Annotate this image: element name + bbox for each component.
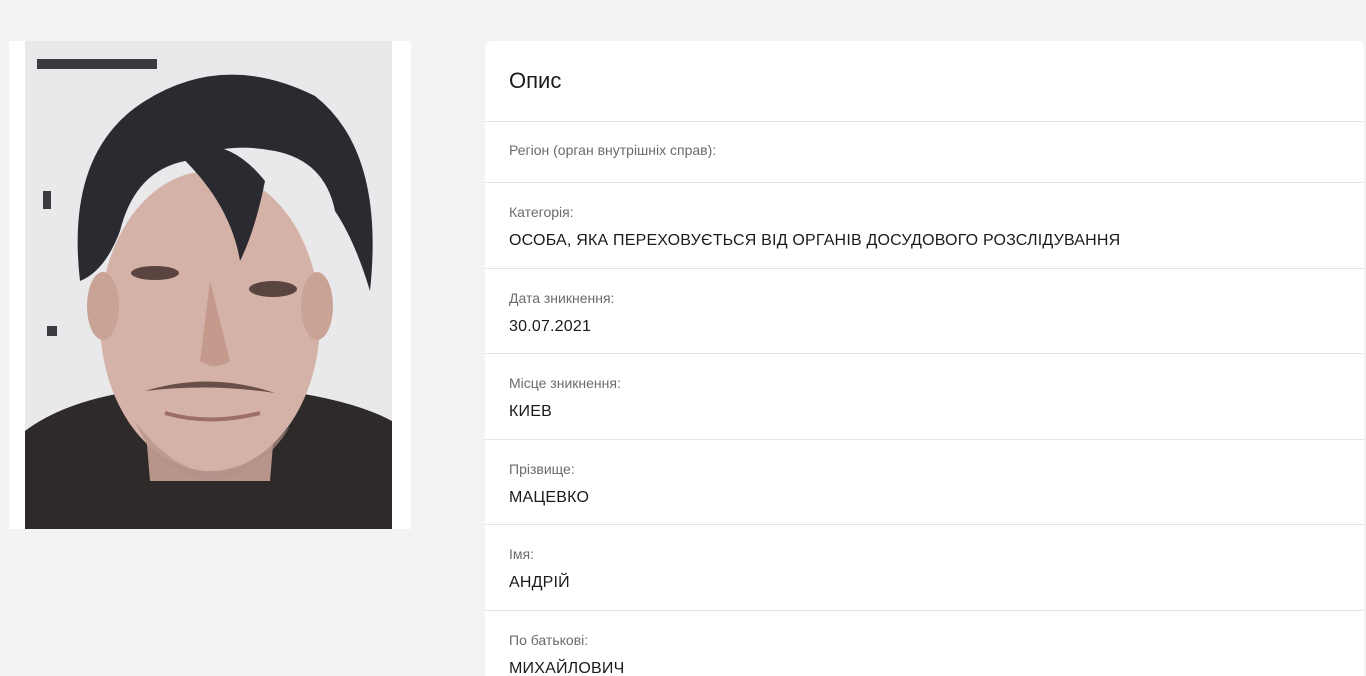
field-label-disappearance-date: Дата зникнення: [509, 289, 615, 306]
field-value-disappearance-place: КИЕВ [509, 403, 552, 420]
field-disappearance-date: Дата зникнення: 30.07.2021 [485, 269, 1364, 354]
card-title: Опис [485, 41, 1364, 122]
field-value-disappearance-date: 30.07.2021 [509, 317, 592, 335]
field-disappearance-place: Місце зникнення: КИЕВ [485, 354, 1364, 440]
field-label-disappearance-place: Місце зникнення: [509, 375, 621, 391]
page: Опис Регіон (орган внутрішніх справ): Ка… [0, 0, 1366, 676]
field-value-first-name: АНДРІЙ [509, 574, 570, 591]
field-region: Регіон (орган внутрішніх справ): [485, 122, 1364, 183]
field-value-patronymic: МИХАЙЛОВИЧ [509, 659, 625, 676]
person-photo-image [25, 41, 392, 529]
field-label-first-name: Імя: [509, 546, 534, 562]
person-photo [25, 41, 392, 529]
field-label-region: Регіон (орган внутрішніх справ): [509, 142, 717, 158]
person-photo-frame [9, 41, 411, 529]
field-label-category: Категорія: [509, 204, 574, 220]
field-first-name: Імя: АНДРІЙ [485, 525, 1364, 611]
field-label-surname: Прізвище: [509, 460, 575, 477]
field-patronymic: По батькові: МИХАЙЛОВИЧ [485, 611, 1364, 676]
field-surname: Прізвище: МАЦЕВКО [485, 440, 1364, 525]
field-value-surname: МАЦЕВКО [509, 488, 590, 506]
description-card: Опис Регіон (орган внутрішніх справ): Ка… [485, 41, 1364, 676]
field-category: Категорія: ОСОБА, ЯКА ПЕРЕХОВУЄТЬСЯ ВІД … [485, 183, 1364, 269]
field-value-category: ОСОБА, ЯКА ПЕРЕХОВУЄТЬСЯ ВІД ОРГАНІВ ДОС… [509, 232, 1121, 249]
field-label-patronymic: По батькові: [509, 631, 589, 648]
